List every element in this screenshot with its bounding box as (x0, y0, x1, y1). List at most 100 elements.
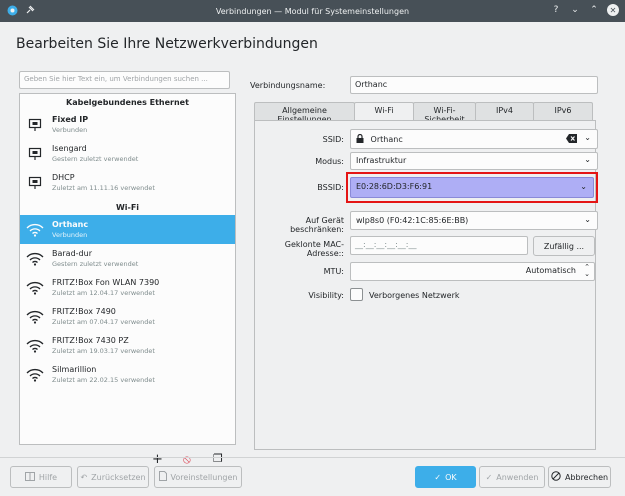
connection-name: Orthanc (52, 219, 89, 229)
connection-status: Zuletzt am 22.02.15 verwendet (52, 375, 155, 384)
help-label: Hilfe (38, 472, 58, 482)
connection-list: Kabelgebundenes Ethernet Fixed IP Verbund… (19, 93, 236, 467)
connection-status: Zuletzt am 19.03.17 verwendet (52, 346, 155, 355)
ssid-combobox[interactable]: Orthanc ⌄ (350, 129, 598, 149)
list-item[interactable]: Barad-dur Gestern zuletzt verwendet (20, 244, 235, 273)
defaults-label: Voreinstellungen (170, 472, 238, 482)
lock-icon (356, 133, 364, 145)
chevron-down-icon: ⌄ (580, 182, 587, 191)
connection-status: Gestern zuletzt verwendet (52, 154, 139, 163)
ok-button[interactable]: ✓ OK (415, 466, 476, 488)
connection-name: FRITZ!Box Fon WLAN 7390 (52, 277, 160, 287)
settings-tabs: Allgemeine Einstellungen Wi-Fi Wi-Fi-Sic… (254, 102, 596, 124)
footer-separator (0, 457, 625, 458)
search-input[interactable]: Geben Sie hier Text ein, um Verbindungen… (19, 71, 230, 89)
section-header-wifi: Wi-Fi (115, 203, 140, 212)
minimize-icon[interactable]: ⌄ (569, 4, 581, 16)
connection-status: Zuletzt am 11.11.16 verwendet (52, 183, 155, 192)
chevron-down-icon[interactable]: ⌄ (584, 133, 591, 142)
window-titlebar: Verbindungen — Modul für Systemeinstellu… (0, 0, 625, 22)
list-item[interactable]: DHCP Zuletzt am 11.11.16 verwendet (20, 168, 235, 197)
maximize-icon[interactable]: ⌃ (588, 4, 600, 16)
tab-general[interactable]: Allgemeine Einstellungen (254, 102, 355, 124)
cloned-mac-field[interactable]: __:__:__:__:__:__ (350, 236, 528, 255)
add-connection-button[interactable]: + (152, 452, 163, 467)
wifi-icon (26, 250, 44, 268)
wifi-icon (26, 366, 44, 384)
ssid-value: Orthanc (370, 135, 403, 144)
app-icon (6, 4, 18, 16)
hidden-network-label: Verborgenes Netzwerk (369, 291, 460, 300)
wifi-icon (26, 308, 44, 326)
bssid-value: E0:28:6D:D3:F6:91 (356, 182, 433, 191)
bssid-combobox[interactable]: E0:28:6D:D3:F6:91 ⌄ (350, 177, 594, 198)
mtu-spinbox[interactable]: Automatisch ⌃ ⌄ (350, 262, 595, 281)
tab-wifi[interactable]: Wi-Fi (354, 102, 414, 121)
export-connection-button[interactable]: ❐ (213, 452, 223, 465)
help-icon[interactable]: ? (550, 4, 562, 16)
mtu-label: MTU: (323, 267, 344, 276)
device-combobox[interactable]: wlp8s0 (F0:42:1C:85:6E:BB) ⌄ (350, 211, 598, 230)
connection-status: Zuletzt am 07.04.17 verwendet (52, 317, 155, 326)
mode-value: Infrastruktur (356, 156, 407, 165)
connection-name: Isengard (52, 143, 87, 153)
connection-status: Verbunden (52, 230, 88, 239)
pin-icon[interactable] (24, 4, 36, 16)
connection-name: FRITZ!Box 7430 PZ (52, 335, 129, 345)
ok-label: OK (445, 472, 457, 482)
list-item[interactable]: Isengard Gestern zuletzt verwendet (20, 139, 235, 168)
apply-label: Anwenden (496, 472, 539, 482)
connection-name: Barad-dur (52, 248, 92, 258)
document-icon (158, 471, 167, 483)
spin-arrows-icon[interactable]: ⌃ ⌄ (584, 264, 590, 278)
visibility-label: Visibility: (308, 291, 344, 300)
connection-status: Verbunden (52, 125, 88, 134)
connection-name: Fixed IP (52, 114, 89, 124)
remove-connection-button[interactable]: ⦸ (183, 452, 191, 467)
connections-pane: Geben Sie hier Text ein, um Verbindungen… (16, 68, 240, 467)
connection-name: FRITZ!Box 7490 (52, 306, 116, 316)
random-mac-button[interactable]: Zufällig ... (533, 236, 595, 256)
tab-ipv6[interactable]: IPv6 (533, 102, 593, 120)
cancel-label: Abbrechen (564, 472, 609, 482)
reset-button[interactable]: ↶ Zurücksetzen (77, 466, 149, 488)
connection-name: Silmarillion (52, 364, 97, 374)
undo-icon: ↶ (80, 472, 88, 482)
ethernet-icon (26, 145, 44, 163)
list-item[interactable]: FRITZ!Box 7430 PZ Zuletzt am 19.03.17 ver… (20, 331, 235, 360)
list-item[interactable]: Orthanc Verbunden (20, 215, 235, 244)
close-icon[interactable]: ✕ (607, 4, 619, 16)
wifi-icon (26, 279, 44, 297)
cloned-mac-label: Geklonte MAC-Adresse:: (284, 240, 344, 258)
chevron-down-icon: ⌄ (584, 215, 591, 224)
apply-button[interactable]: ✓ Anwenden (479, 466, 545, 488)
help-book-icon (24, 471, 35, 483)
mtu-value: Automatisch (525, 266, 576, 275)
list-item[interactable]: FRITZ!Box Fon WLAN 7390 Zuletzt am 12.04.… (20, 273, 235, 302)
device-label: Auf Gerät beschränken: (290, 216, 344, 234)
defaults-button[interactable]: Voreinstellungen (154, 466, 242, 488)
tab-ipv4[interactable]: IPv4 (475, 102, 534, 120)
ssid-label: SSID: (322, 135, 344, 144)
connection-name-field[interactable]: Orthanc (350, 76, 598, 94)
window-title: Verbindungen — Modul für Systemeinstellu… (215, 6, 410, 16)
section-header-wired: Kabelgebundenes Ethernet (66, 98, 189, 107)
check-icon: ✓ (434, 472, 442, 482)
tab-wifi-security[interactable]: Wi-Fi-Sicherheit (413, 102, 476, 124)
ethernet-icon (26, 174, 44, 192)
hidden-network-checkbox[interactable] (350, 288, 363, 301)
help-button[interactable]: Hilfe (10, 466, 72, 488)
list-item[interactable]: FRITZ!Box 7490 Zuletzt am 07.04.17 verwen… (20, 302, 235, 331)
list-item[interactable]: Fixed IP Verbunden (20, 110, 235, 139)
clear-text-icon[interactable] (566, 134, 577, 145)
wifi-icon (26, 221, 44, 239)
check-icon: ✓ (485, 472, 493, 482)
mode-combobox[interactable]: Infrastruktur ⌄ (350, 152, 598, 170)
cancel-icon (551, 471, 561, 483)
connection-name: DHCP (52, 172, 75, 182)
device-value: wlp8s0 (F0:42:1C:85:6E:BB) (356, 216, 469, 225)
chevron-down-icon: ⌄ (584, 155, 591, 164)
cancel-button[interactable]: Abbrechen (548, 466, 611, 488)
wifi-icon (26, 337, 44, 355)
list-item[interactable]: Silmarillion Zuletzt am 22.02.15 verwende… (20, 360, 235, 389)
